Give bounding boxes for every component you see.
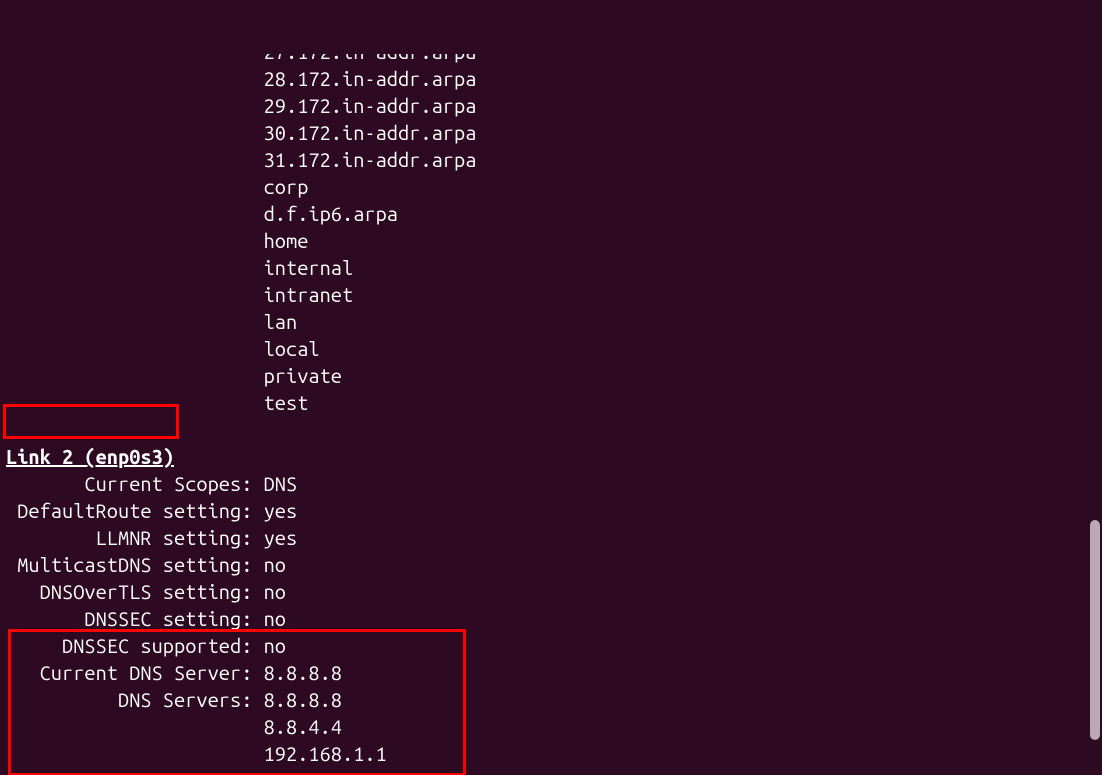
terminal-output: 27.172.in-addr.arpa 28.172.in-addr.arpa … (0, 54, 1102, 775)
domain-list-item: corp (0, 173, 1102, 200)
domain-list-item: local (0, 335, 1102, 362)
row-dns-domain: DNS Domain: Home (0, 767, 1102, 775)
row-dns-servers: DNS Servers: 8.8.8.8 (0, 686, 1102, 713)
domain-list-item: private (0, 362, 1102, 389)
domain-list-item: 29.172.in-addr.arpa (0, 92, 1102, 119)
terminal-window[interactable]: 27.172.in-addr.arpa 28.172.in-addr.arpa … (0, 0, 1102, 775)
domain-list-item: lan (0, 308, 1102, 335)
row-current-dns-server: Current DNS Server: 8.8.8.8 (0, 659, 1102, 686)
domain-list-item: home (0, 227, 1102, 254)
blank-line (0, 416, 1102, 443)
domain-list-item: internal (0, 254, 1102, 281)
row-multicast-dns: MulticastDNS setting: no (0, 551, 1102, 578)
row-dns-servers-cont: 192.168.1.1 (0, 740, 1102, 767)
row-dns-over-tls: DNSOverTLS setting: no (0, 578, 1102, 605)
row-dns-servers-cont: 8.8.4.4 (0, 713, 1102, 740)
domain-list-item-partial: 27.172.in-addr.arpa (0, 54, 1102, 65)
row-llmnr: LLMNR setting: yes (0, 524, 1102, 551)
row-default-route: DefaultRoute setting: yes (0, 497, 1102, 524)
row-dnssec-supported: DNSSEC supported: no (0, 632, 1102, 659)
domain-list-item: test (0, 389, 1102, 416)
scrollbar-thumb[interactable] (1090, 520, 1100, 740)
domain-list-item: 28.172.in-addr.arpa (0, 65, 1102, 92)
domain-list-item: 31.172.in-addr.arpa (0, 146, 1102, 173)
row-dnssec: DNSSEC setting: no (0, 605, 1102, 632)
domain-list-item: d.f.ip6.arpa (0, 200, 1102, 227)
domain-list-item: intranet (0, 281, 1102, 308)
domain-list-item: 30.172.in-addr.arpa (0, 119, 1102, 146)
row-current-scopes: Current Scopes: DNS (0, 470, 1102, 497)
link-header: Link 2 (enp0s3) (0, 443, 1102, 470)
